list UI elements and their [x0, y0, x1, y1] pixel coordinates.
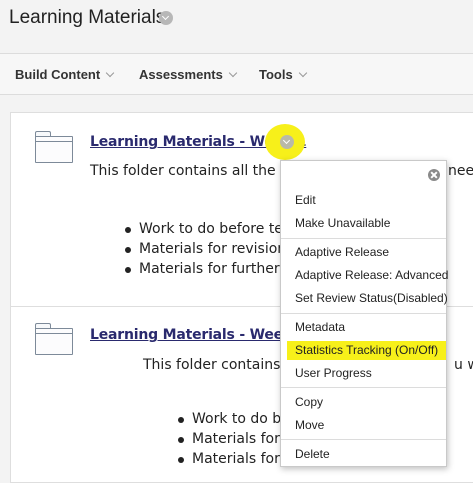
- menu-item-edit[interactable]: Edit: [295, 193, 316, 207]
- build-content-label: Build Content: [15, 67, 101, 82]
- menu-divider: [281, 387, 446, 388]
- folder-icon: [35, 323, 73, 355]
- context-menu: Edit Make Unavailable Adaptive Release A…: [280, 160, 448, 467]
- chevron-down-icon: [105, 68, 115, 78]
- item-description: This folder contains all the lea: [90, 163, 302, 179]
- item-options-trigger[interactable]: [265, 124, 305, 160]
- menu-item-set-review-status[interactable]: Set Review Status(Disabled): [295, 291, 448, 305]
- menu-item-make-unavailable[interactable]: Make Unavailable: [295, 216, 390, 230]
- close-icon[interactable]: [428, 169, 440, 181]
- action-toolbar: Build Content Assessments Tools: [0, 53, 473, 95]
- build-content-menu[interactable]: Build Content: [15, 67, 115, 82]
- menu-item-user-progress[interactable]: User Progress: [295, 366, 372, 380]
- assessments-menu[interactable]: Assessments: [139, 67, 238, 82]
- tools-menu[interactable]: Tools: [259, 67, 307, 82]
- item-description: This folder contains a: [143, 357, 294, 373]
- assessments-label: Assessments: [139, 67, 223, 82]
- chevron-down-icon: [298, 68, 307, 78]
- menu-divider: [281, 439, 446, 440]
- menu-item-adaptive-release[interactable]: Adaptive Release: [295, 245, 389, 259]
- item-title-link-week-2[interactable]: Learning Materials - Week 2: [90, 327, 306, 343]
- menu-item-statistics-tracking[interactable]: Statistics Tracking (On/Off): [287, 341, 447, 360]
- tools-label: Tools: [259, 67, 293, 82]
- page-header: Learning Materials: [0, 0, 473, 44]
- item-description-tail: neede: [448, 163, 473, 179]
- menu-item-delete[interactable]: Delete: [295, 447, 330, 461]
- folder-icon: [35, 131, 73, 163]
- menu-item-adaptive-release-advanced[interactable]: Adaptive Release: Advanced: [295, 268, 448, 282]
- menu-divider: [281, 238, 446, 239]
- item-description-tail: u w: [454, 357, 473, 373]
- menu-item-metadata[interactable]: Metadata: [295, 320, 345, 334]
- chevron-down-icon: [228, 68, 238, 78]
- menu-item-copy[interactable]: Copy: [295, 395, 323, 409]
- menu-divider: [281, 313, 446, 314]
- chevron-down-icon: [280, 135, 294, 149]
- chevron-down-icon[interactable]: [159, 11, 173, 25]
- menu-item-move[interactable]: Move: [295, 418, 324, 432]
- page-title: Learning Materials: [9, 7, 166, 28]
